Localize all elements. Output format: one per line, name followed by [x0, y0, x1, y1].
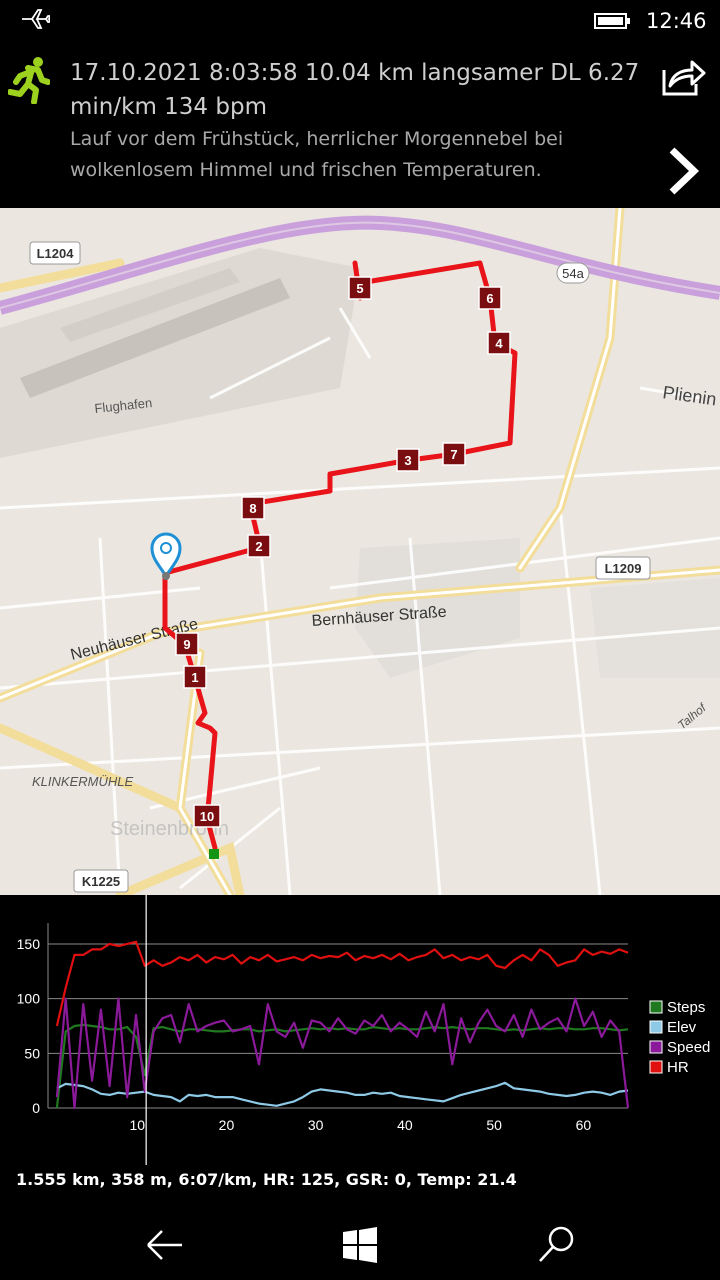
road-label-54a: 54a: [556, 262, 590, 284]
svg-text:8: 8: [249, 501, 256, 516]
status-bar: 12:46: [0, 0, 720, 42]
x-tick-label-10: 10: [129, 1117, 145, 1133]
chart-canvas: 0 50 100 150 10 20 30 40 50 60 Steps Elev Speed HR: [17, 895, 710, 1165]
x-tick-label-20: 20: [219, 1117, 235, 1133]
back-arrow-icon[interactable]: [134, 1215, 194, 1275]
navigation-bar: [0, 1205, 720, 1280]
svg-text:10: 10: [200, 809, 214, 824]
chevron-right-icon[interactable]: [664, 146, 700, 196]
activity-title: 17.10.2021 8:03:58 10.04 km langsamer DL…: [70, 60, 640, 120]
svg-text:9: 9: [183, 637, 190, 652]
legend-label-speed: Speed: [667, 1039, 710, 1056]
airplane-icon: [22, 9, 50, 29]
y-tick-label-50: 50: [24, 1045, 40, 1061]
activity-header: 17.10.2021 8:03:58 10.04 km langsamer DL…: [0, 42, 720, 208]
svg-text:L1209: L1209: [605, 561, 642, 576]
svg-text:54a: 54a: [562, 266, 584, 281]
share-icon[interactable]: [660, 56, 706, 98]
battery-icon: [594, 13, 630, 29]
y-tick-label-150: 150: [17, 936, 41, 952]
km-marker-5: 5: [348, 276, 372, 300]
legend-label-elev: Elev: [667, 1019, 697, 1036]
legend-swatch-steps: [649, 1000, 663, 1014]
km-marker-6: 6: [478, 286, 502, 310]
cursor-info: 1.555 km, 358 m, 6:07/km, HR: 125, GSR: …: [16, 1170, 517, 1189]
road-label-l1204: L1204: [29, 241, 81, 265]
km-marker-8: 8: [241, 496, 265, 520]
road-label-l1209: L1209: [595, 556, 651, 580]
place-label-klinkermuehle: KLINKERMÜHLE: [32, 774, 133, 789]
svg-text:L1204: L1204: [37, 246, 75, 261]
map-canvas: L1204 54a L1209 K1225 Flughafen Plienin …: [0, 208, 720, 895]
legend-swatch-elev: [649, 1020, 663, 1034]
km-marker-4: 4: [487, 331, 511, 355]
x-tick-label-30: 30: [308, 1117, 324, 1133]
clock: 12:46: [646, 9, 707, 33]
legend-label-hr: HR: [667, 1059, 689, 1076]
km-marker-9: 9: [175, 632, 199, 656]
svg-text:1: 1: [191, 670, 198, 685]
route-map[interactable]: L1204 54a L1209 K1225 Flughafen Plienin …: [0, 208, 720, 895]
road-label-k1225: K1225: [73, 869, 129, 893]
svg-text:6: 6: [486, 291, 493, 306]
km-marker-1: 1: [183, 665, 207, 689]
activity-chart[interactable]: 0 50 100 150 10 20 30 40 50 60 Steps Elev Speed HR: [0, 895, 720, 1165]
series-line-elev: [56, 1081, 629, 1107]
km-marker-7: 7: [442, 442, 466, 466]
svg-text:4: 4: [495, 336, 503, 351]
km-marker-10: 10: [193, 804, 221, 828]
search-icon[interactable]: [526, 1215, 586, 1275]
y-tick-label-0: 0: [32, 1100, 40, 1116]
x-tick-label-50: 50: [486, 1117, 502, 1133]
svg-text:2: 2: [255, 539, 262, 554]
activity-description: Lauf vor dem Frühstück, herrlicher Morge…: [70, 128, 564, 181]
runner-icon: [8, 57, 50, 104]
y-tick-label-100: 100: [17, 991, 41, 1007]
x-tick-label-60: 60: [576, 1117, 592, 1133]
km-marker-3: 3: [396, 448, 420, 472]
windows-logo-icon[interactable]: [330, 1215, 390, 1275]
legend-swatch-speed: [649, 1040, 663, 1054]
series-line-hr: [55, 940, 629, 1027]
svg-text:3: 3: [404, 453, 411, 468]
finish-marker: [209, 849, 219, 859]
svg-text:K1225: K1225: [82, 874, 120, 889]
legend-swatch-hr: [649, 1060, 663, 1074]
svg-text:7: 7: [450, 447, 457, 462]
x-tick-label-40: 40: [397, 1117, 413, 1133]
km-marker-2: 2: [247, 534, 271, 558]
legend-label-steps: Steps: [667, 999, 705, 1016]
svg-text:5: 5: [356, 281, 363, 296]
